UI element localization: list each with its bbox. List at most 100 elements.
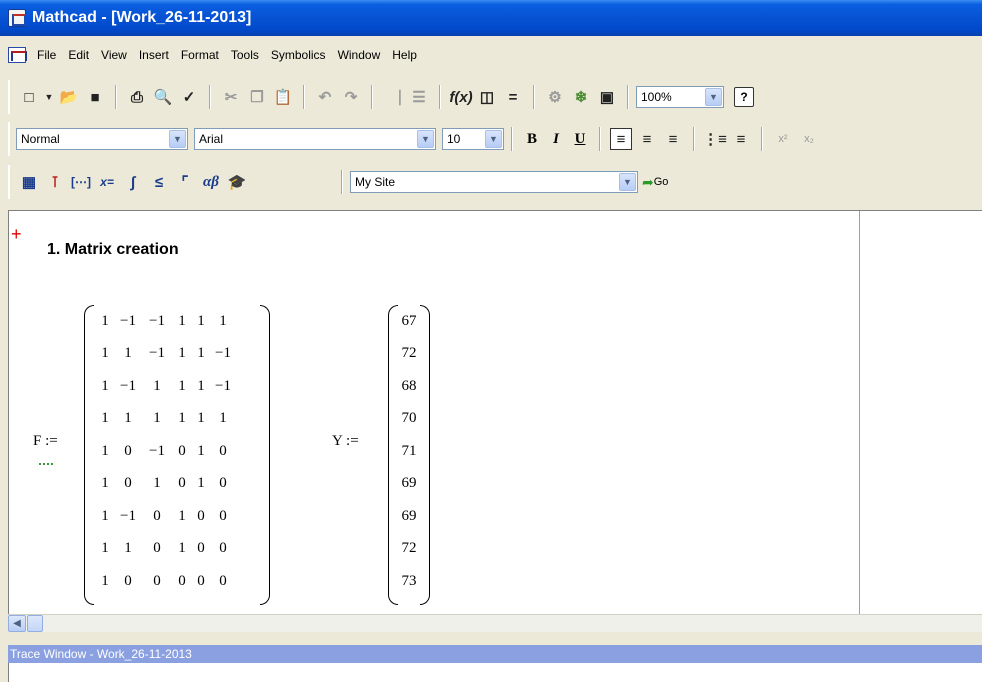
matrix-f-cell: −1 [215, 345, 231, 361]
align-down-icon[interactable]: ☰ [408, 86, 430, 108]
matrix-f-cell: −1 [149, 442, 165, 459]
undo-icon[interactable]: ↶ [314, 86, 336, 108]
chevron-down-icon[interactable]: ▼ [619, 173, 636, 191]
worksheet[interactable]: + 1. Matrix creation F := 1 −1 −1 1 1 1 1 1 −1 1 1… [8, 210, 982, 615]
site-select[interactable]: My Site ▼ [350, 171, 638, 193]
vector-y-row: 67 [388, 311, 430, 331]
matrix-f-cell: 1 [153, 410, 161, 426]
matrix-f-row: 1 −1 1 1 1 −1 [84, 376, 270, 396]
matrix-f-cell: 1 [178, 345, 186, 361]
matrix-f-cell: 1 [178, 540, 186, 556]
matrix-f-row: 110100 [84, 539, 270, 559]
calculus-icon[interactable]: ∫ [122, 171, 144, 193]
toolbar-separator [693, 127, 695, 151]
trace-window-body[interactable] [8, 663, 982, 682]
new-document-icon[interactable]: □ [18, 86, 40, 108]
graph-icon[interactable]: ⊺ [44, 171, 66, 193]
open-folder-icon[interactable]: 📂 [58, 86, 80, 108]
font-value: Arial [199, 132, 224, 146]
undefined-warning-squiggle [39, 461, 53, 465]
zoom-select[interactable]: 100% ▼ [636, 86, 724, 108]
font-size-select[interactable]: 10 ▼ [442, 128, 504, 150]
scroll-thumb[interactable] [27, 615, 43, 632]
print-preview-icon[interactable]: 🔍 [152, 86, 174, 108]
matrix-f-label[interactable]: F := [33, 433, 58, 450]
matrix-f-cell: −1 [215, 377, 231, 394]
calculator-icon[interactable]: ▦ [18, 171, 40, 193]
mathcad-app-icon[interactable] [8, 9, 26, 27]
toolbar-separator [533, 85, 535, 109]
cut-icon[interactable]: ✂ [220, 86, 242, 108]
insert-component-icon[interactable]: ❄ [570, 86, 592, 108]
underline-button[interactable]: U [568, 127, 592, 151]
align-across-icon[interactable]: ⎹ [382, 86, 404, 108]
align-left-icon[interactable]: ≡ [610, 128, 632, 150]
section-heading[interactable]: 1. Matrix creation [47, 241, 179, 259]
matrix-f-cell: 0 [197, 540, 205, 556]
symbolic-icon[interactable]: 🎓 [226, 171, 248, 193]
scroll-left-icon[interactable]: ◀ [8, 615, 26, 632]
vector-y-label[interactable]: Y := [332, 433, 359, 450]
font-select[interactable]: Arial ▼ [194, 128, 436, 150]
align-right-icon[interactable]: ≡ [662, 128, 684, 150]
matrix-f-cell: 0 [153, 540, 161, 556]
chevron-down-icon[interactable]: ▼ [417, 130, 434, 148]
vector-y[interactable]: 67 72 68 70 71 69 69 72 73 [388, 305, 430, 605]
italic-button[interactable]: I [544, 127, 568, 151]
vector-y-cell: 72 [401, 345, 417, 361]
document-icon[interactable] [8, 47, 27, 63]
insert-hyperlink-icon[interactable]: ⚙ [544, 86, 566, 108]
calculate-icon[interactable]: = [502, 86, 524, 108]
menu-help[interactable]: Help [386, 44, 423, 66]
matrix-f[interactable]: 1 −1 −1 1 1 1 1 1 −1 1 1 −1 1 −1 1 1 1 −1 1 1 1 1 1 1 1 0 −1 0 1 0 1 0 1… [84, 305, 270, 605]
matrix-f-cell: 1 [124, 410, 132, 426]
title-bar[interactable]: Mathcad - [Work_26-11-2013] [0, 0, 982, 36]
matrix-f-cell: 1 [153, 475, 161, 491]
toolbar-separator [599, 127, 601, 151]
insert-unit-icon[interactable]: ◫ [476, 86, 498, 108]
matrix-f-cell: 1 [197, 475, 205, 491]
go-button[interactable]: ➦ Go [642, 174, 668, 191]
save-icon[interactable]: ■ [84, 86, 106, 108]
vector-y-row: 69 [388, 474, 430, 494]
insert-function-icon[interactable]: f(x) [449, 86, 472, 108]
matrix-f-cell: 1 [219, 312, 227, 329]
resource-center-icon[interactable]: ▣ [596, 86, 618, 108]
help-button[interactable]: ? [734, 87, 754, 107]
copy-icon[interactable]: ❐ [246, 86, 268, 108]
bold-button[interactable]: B [520, 127, 544, 151]
new-dropdown-icon[interactable]: ▼ [44, 86, 54, 108]
numbered-list-icon[interactable]: ≡ [730, 128, 752, 150]
programming-icon[interactable]: ⌜ [174, 171, 196, 193]
redo-icon[interactable]: ↷ [340, 86, 362, 108]
menu-view[interactable]: View [95, 44, 133, 66]
chevron-down-icon[interactable]: ▼ [485, 130, 502, 148]
matrix-f-row: 1 0 −1 0 1 0 [84, 441, 270, 461]
menu-symbolics[interactable]: Symbolics [265, 44, 332, 66]
bullet-list-icon[interactable]: ⋮≡ [703, 128, 727, 150]
print-icon[interactable]: ⎙ [126, 86, 148, 108]
chevron-down-icon[interactable]: ▼ [169, 130, 186, 148]
align-center-icon[interactable]: ≡ [636, 128, 658, 150]
math-toolbar: ▦ ⊺ [⋯] x= ∫ ≤ ⌜ αβ 🎓 My Site ▼ ➦ Go [8, 165, 668, 199]
menu-format[interactable]: Format [175, 44, 225, 66]
greek-icon[interactable]: αβ [200, 171, 222, 193]
menu-edit[interactable]: Edit [62, 44, 95, 66]
horizontal-scrollbar[interactable]: ◀ [8, 614, 982, 632]
spell-check-icon[interactable]: ✓ [178, 86, 200, 108]
style-select[interactable]: Normal ▼ [16, 128, 188, 150]
boolean-icon[interactable]: ≤ [148, 171, 170, 193]
trace-window-title[interactable]: Trace Window - Work_26-11-2013 [8, 645, 982, 663]
menu-file[interactable]: File [31, 44, 62, 66]
menu-tools[interactable]: Tools [225, 44, 265, 66]
superscript-icon[interactable]: x² [772, 128, 794, 150]
evaluation-icon[interactable]: x= [96, 171, 118, 193]
chevron-down-icon[interactable]: ▼ [705, 88, 722, 106]
paste-icon[interactable]: 📋 [272, 86, 294, 108]
matrix-f-cell: 0 [124, 442, 132, 459]
menu-window[interactable]: Window [332, 44, 387, 66]
matrix-f-row: 101010 [84, 474, 270, 494]
matrix-icon[interactable]: [⋯] [70, 171, 92, 193]
menu-insert[interactable]: Insert [133, 44, 175, 66]
subscript-icon[interactable]: x₂ [798, 128, 820, 150]
